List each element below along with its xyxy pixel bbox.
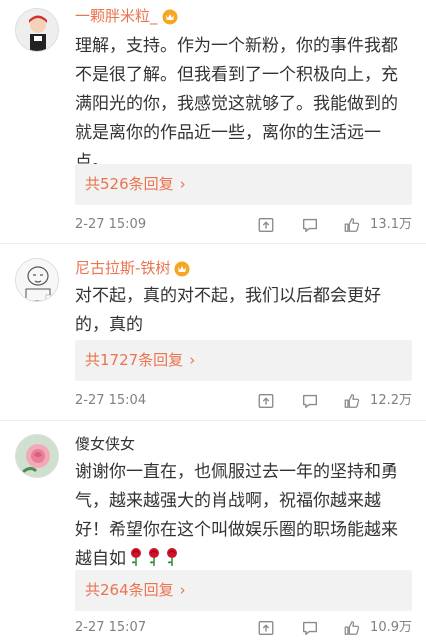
avatar-sketch-icon bbox=[16, 259, 58, 301]
reply-count-button[interactable]: 共1727条回复 › bbox=[75, 340, 412, 381]
avatar[interactable] bbox=[15, 8, 59, 52]
repost-icon[interactable] bbox=[257, 392, 275, 410]
timestamp: 2-27 15:07 bbox=[75, 620, 147, 635]
vip-crown-icon bbox=[162, 9, 178, 25]
rose-emoji-icon bbox=[146, 547, 162, 567]
avatar-rose-icon bbox=[16, 435, 58, 477]
rose-emoji-icon bbox=[164, 547, 180, 567]
reply-count-label: 共1727条回复 bbox=[85, 351, 184, 369]
comment-item-2: 尼古拉斯-铁树 对不起，真的对不起，我们以后都会更好的，真的 共1727条回复 › bbox=[0, 250, 426, 400]
rose-emoji-icon bbox=[128, 547, 144, 567]
reply-count-button[interactable]: 共264条回复 › bbox=[75, 570, 412, 611]
chevron-right-icon: › bbox=[189, 351, 196, 369]
chevron-right-icon: › bbox=[179, 581, 186, 599]
timestamp: 2-27 15:04 bbox=[75, 393, 147, 408]
chevron-right-icon: › bbox=[179, 175, 186, 193]
timestamp: 2-27 15:09 bbox=[75, 217, 147, 232]
vip-crown-icon bbox=[174, 261, 190, 277]
like-count[interactable]: 10.9万 bbox=[370, 617, 412, 639]
avatar[interactable] bbox=[15, 258, 59, 302]
reply-count-label: 共264条回复 bbox=[85, 581, 174, 599]
avatar[interactable] bbox=[15, 434, 59, 478]
comment-icon[interactable] bbox=[301, 216, 319, 234]
thumbs-up-icon[interactable] bbox=[343, 392, 361, 410]
like-count[interactable]: 12.2万 bbox=[370, 390, 412, 412]
reply-count-label: 共526条回复 bbox=[85, 175, 174, 193]
comment-meta: 2-27 15:07 10.9万 bbox=[75, 617, 412, 639]
comment-icon[interactable] bbox=[301, 392, 319, 410]
comment-item-1: 一颗胖米粒_ 理解，支持。作为一个新粉，你的事件我都不是很了解。但我看到了一个积… bbox=[0, 0, 426, 214]
thumbs-up-icon[interactable] bbox=[343, 619, 361, 637]
avatar-illustration-icon bbox=[16, 9, 58, 51]
repost-icon[interactable] bbox=[257, 216, 275, 234]
divider bbox=[0, 420, 426, 421]
reply-count-button[interactable]: 共526条回复 › bbox=[75, 164, 412, 205]
thumbs-up-icon[interactable] bbox=[343, 216, 361, 234]
username[interactable]: 尼古拉斯-铁树 bbox=[75, 258, 190, 278]
comment-text: 理解，支持。作为一个新粉，你的事件我都不是很了解。但我看到了一个积极向上，充满阳… bbox=[75, 36, 398, 172]
comment-item-3: 傻女侠女 谢谢你一直在，也佩服过去一年的坚持和勇气，越来越强大的肖战啊，祝福你越… bbox=[0, 426, 426, 616]
comment-meta: 2-27 15:04 12.2万 bbox=[75, 390, 412, 412]
comment-meta: 2-27 15:09 13.1万 bbox=[75, 214, 412, 236]
divider bbox=[0, 243, 426, 244]
comment-text-body: 谢谢你一直在，也佩服过去一年的坚持和勇气，越来越强大的肖战啊，祝福你越来越好！希… bbox=[75, 462, 398, 569]
username[interactable]: 一颗胖米粒_ bbox=[75, 6, 178, 26]
username[interactable]: 傻女侠女 bbox=[75, 434, 135, 454]
comment-icon[interactable] bbox=[301, 619, 319, 637]
repost-icon[interactable] bbox=[257, 619, 275, 637]
comment-text: 对不起，真的对不起，我们以后都会更好的，真的 bbox=[75, 286, 381, 335]
like-count[interactable]: 13.1万 bbox=[370, 214, 412, 236]
comment-text: 谢谢你一直在，也佩服过去一年的坚持和勇气，越来越强大的肖战啊，祝福你越来越好！希… bbox=[75, 458, 406, 574]
